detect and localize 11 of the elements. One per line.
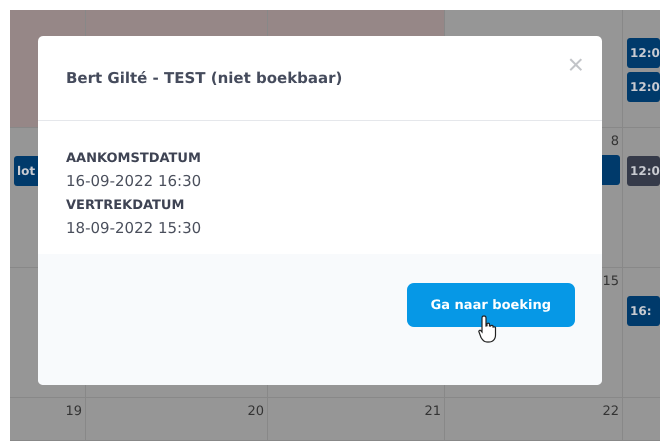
day-number: 8 xyxy=(610,133,620,149)
field-label: AANKOMSTDATUM xyxy=(66,151,201,166)
day-number: 15 xyxy=(602,273,620,289)
field-value: 16-09-2022 16:30 xyxy=(66,172,202,190)
day-number: 21 xyxy=(424,403,442,419)
field-value: 18-09-2022 15:30 xyxy=(66,219,202,237)
day-number: 20 xyxy=(247,403,265,419)
field-label: VERTREKDATUM xyxy=(66,198,184,213)
day-number: 22 xyxy=(602,403,620,419)
day-number: 19 xyxy=(65,403,83,419)
dialog-title: Bert Gilté - TEST (niet boekbaar) xyxy=(66,69,342,87)
